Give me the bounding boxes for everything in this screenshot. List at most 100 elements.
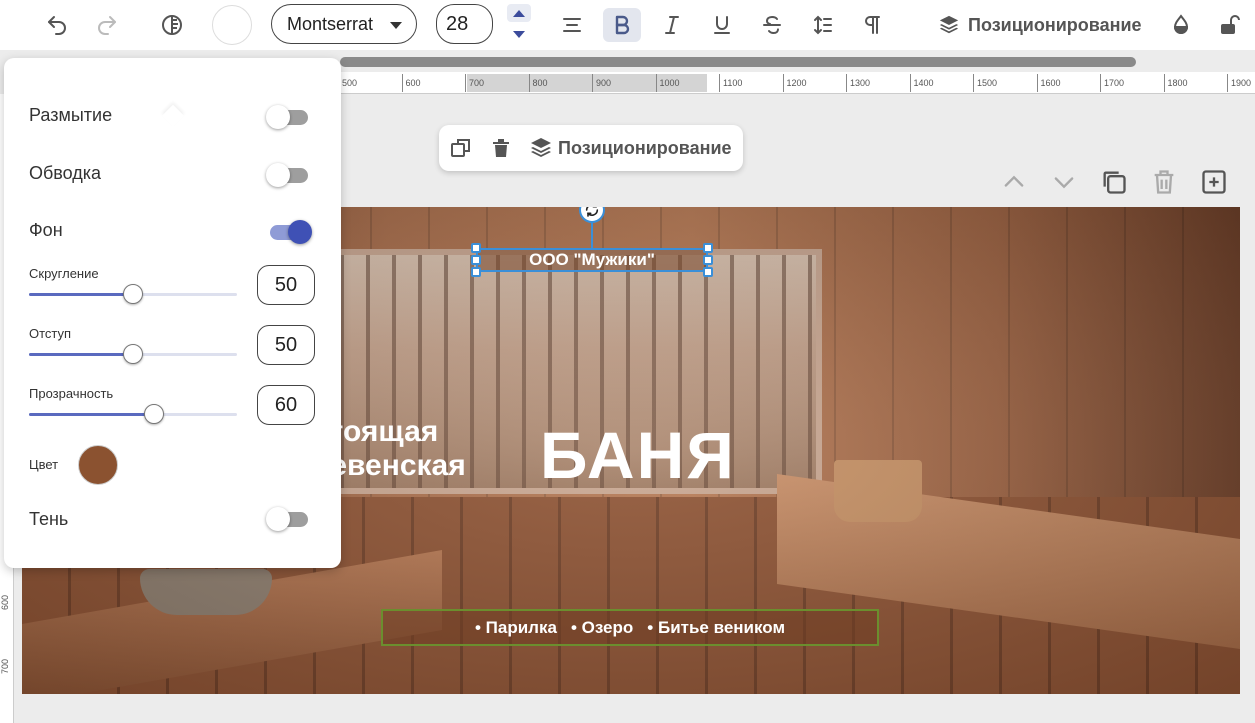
bold-button[interactable] xyxy=(603,8,641,42)
ruler-tick: 1500 xyxy=(973,74,997,92)
blur-label: Размытие xyxy=(29,105,113,125)
opacity-label: Прозрачность xyxy=(29,386,114,401)
rounding-slider[interactable] xyxy=(29,284,237,304)
line-height-button[interactable] xyxy=(805,8,839,42)
horizontal-scrollbar[interactable] xyxy=(340,57,1136,67)
underline-icon xyxy=(714,16,730,34)
align-center-icon[interactable] xyxy=(555,8,589,42)
positioning-label: Позиционирование xyxy=(968,14,1142,35)
rounding-slider-thumb[interactable] xyxy=(123,284,143,304)
ruler-tick: 1300 xyxy=(846,74,870,92)
italic-icon xyxy=(665,16,679,34)
resize-handle-top-left[interactable] xyxy=(471,243,481,253)
ruler-tick: 1800 xyxy=(1163,74,1188,92)
horizontal-ruler: 500 600 700 800 900 1000 1100 1200 1300 1400 1500 1… xyxy=(340,72,1255,94)
arrow-down-icon xyxy=(513,30,525,38)
chevron-down-icon[interactable] xyxy=(1050,168,1078,196)
rounding-input[interactable]: 50 xyxy=(257,265,315,305)
bold-icon xyxy=(615,15,630,35)
resize-handle-top-right[interactable] xyxy=(703,243,713,253)
paragraph-button[interactable] xyxy=(855,8,889,42)
ruler-tick: 1700 xyxy=(1100,74,1124,92)
background-toggle[interactable] xyxy=(266,219,312,245)
text-color-swatch[interactable] xyxy=(212,5,252,45)
positioning-button[interactable]: Позиционирование xyxy=(938,10,1142,40)
vruler-tick: 700 xyxy=(0,658,10,674)
ruler-tick: 500 xyxy=(340,74,357,92)
trash-icon[interactable] xyxy=(489,136,513,160)
service-item: • Битье веником xyxy=(647,617,786,637)
layers-icon[interactable] xyxy=(529,136,553,160)
shadow-toggle[interactable] xyxy=(266,506,312,532)
ruler-tick: 1000 xyxy=(655,74,680,92)
unlock-icon[interactable] xyxy=(1212,8,1246,42)
effects-icon[interactable] xyxy=(155,8,189,42)
decrease-size-button[interactable] xyxy=(507,25,531,43)
increase-size-button[interactable] xyxy=(507,4,531,22)
strikethrough-icon xyxy=(763,15,781,35)
top-toolbar: Montserrat 28 Позиционирование xyxy=(0,0,1255,50)
font-family-value: Montserrat xyxy=(287,13,374,34)
ruler-tick: 900 xyxy=(592,74,611,92)
element-floating-toolbar: Позиционирование xyxy=(439,125,743,171)
padding-label: Отступ xyxy=(29,326,72,341)
opacity-drop-icon[interactable] xyxy=(1164,8,1198,42)
ruler-tick: 800 xyxy=(528,74,548,92)
font-size-value: 28 xyxy=(446,12,469,35)
company-name-text[interactable]: ООО "Мужики" xyxy=(476,248,708,272)
effects-panel: Размытие Обводка Фон Скругление 50 Отсту… xyxy=(4,58,341,568)
arrow-up-icon xyxy=(513,9,525,17)
resize-handle-bottom-left[interactable] xyxy=(471,267,481,277)
chevron-down-icon xyxy=(390,22,402,29)
ruler-tick: 1200 xyxy=(782,74,807,92)
padding-slider-thumb[interactable] xyxy=(123,344,143,364)
font-family-select[interactable]: Montserrat xyxy=(271,4,417,44)
vruler-tick: 600 xyxy=(0,594,10,610)
padding-value: 50 xyxy=(274,333,298,356)
opacity-slider[interactable] xyxy=(29,404,237,424)
resize-handle-right[interactable] xyxy=(703,255,713,265)
rotate-icon xyxy=(585,207,599,217)
opacity-input[interactable]: 60 xyxy=(257,385,315,425)
layers-icon xyxy=(939,15,959,34)
ruler-tick: 1600 xyxy=(1036,74,1061,92)
stroke-label: Обводка xyxy=(29,163,102,183)
chevron-up-icon[interactable] xyxy=(1000,168,1028,196)
background-color-swatch[interactable] xyxy=(78,445,118,485)
stroke-toggle[interactable] xyxy=(266,162,312,188)
padding-input[interactable]: 50 xyxy=(257,325,315,365)
add-page-icon[interactable] xyxy=(1200,168,1228,196)
font-size-stepper xyxy=(505,4,533,44)
resize-handle-left[interactable] xyxy=(471,255,481,265)
resize-handle-bottom-right[interactable] xyxy=(703,267,713,277)
ruler-tick: 1400 xyxy=(909,74,934,92)
opacity-slider-thumb[interactable] xyxy=(143,404,164,424)
float-positioning-label[interactable]: Позиционирование xyxy=(558,138,732,159)
blur-toggle[interactable] xyxy=(266,104,312,130)
rotation-connector xyxy=(591,221,593,248)
redo-icon[interactable] xyxy=(90,8,124,42)
duplicate-icon[interactable] xyxy=(449,136,473,160)
underline-button[interactable] xyxy=(705,8,739,42)
paragraph-icon xyxy=(865,16,880,34)
ruler-tick: 700 xyxy=(465,74,484,92)
services-text[interactable]: • Парилка • Озеро • Битье веником xyxy=(381,609,879,646)
ruler-tick: 600 xyxy=(401,74,421,92)
strikethrough-button[interactable] xyxy=(755,8,789,42)
ruler-tick: 1900 xyxy=(1227,74,1251,92)
shadow-label: Тень xyxy=(29,509,69,529)
line-height-icon xyxy=(814,15,832,35)
delete-page-icon[interactable] xyxy=(1150,168,1178,196)
font-size-input[interactable]: 28 xyxy=(436,4,493,44)
undo-icon[interactable] xyxy=(40,8,74,42)
service-item: • Парилка xyxy=(474,617,557,637)
italic-button[interactable] xyxy=(655,8,689,42)
rounding-value: 50 xyxy=(274,273,298,296)
headline-main[interactable]: БАНЯ xyxy=(540,417,736,493)
rounding-label: Скругление xyxy=(29,266,99,281)
copy-page-icon[interactable] xyxy=(1100,168,1128,196)
background-label: Фон xyxy=(29,220,63,240)
color-label: Цвет xyxy=(29,457,59,472)
opacity-value: 60 xyxy=(274,393,298,416)
padding-slider[interactable] xyxy=(29,344,237,364)
